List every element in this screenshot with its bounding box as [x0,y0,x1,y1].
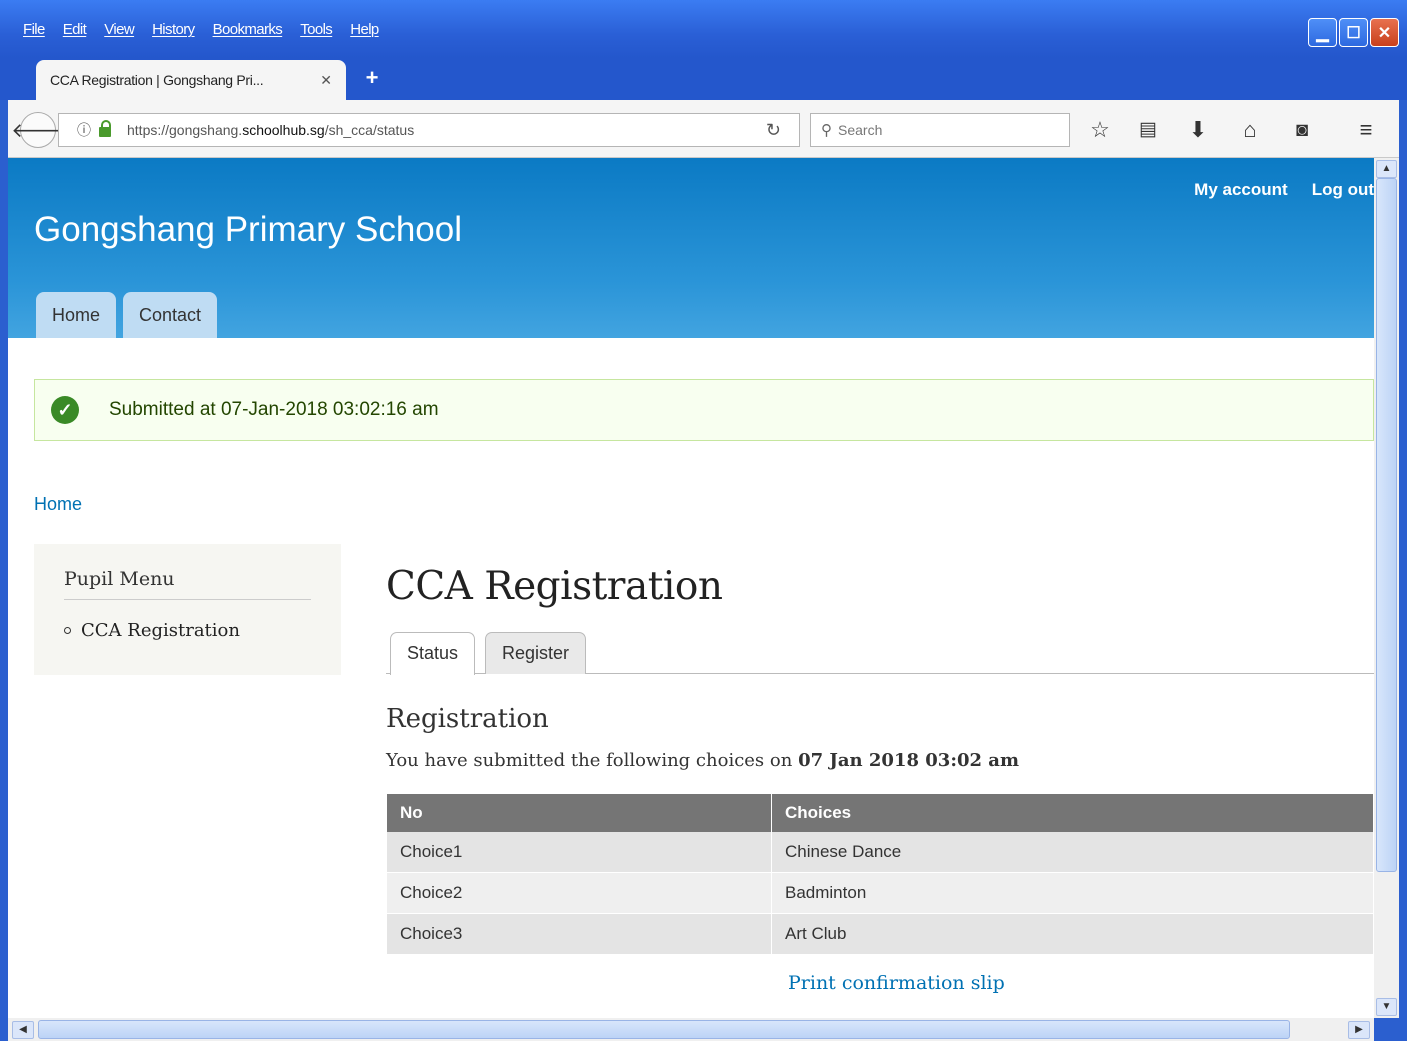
menu-history[interactable]: History [143,18,203,42]
column-header-no: No [387,794,772,832]
table-cell: Art Club [771,913,1374,955]
download-icon[interactable]: ⬇ [1184,116,1212,144]
status-message: ✓ Submitted at 07-Jan-2018 03:02:16 am [34,379,1374,441]
sidebar-item-label: CCA Registration [81,620,240,641]
registration-intro: You have submitted the following choices… [386,750,1019,771]
menu-edit[interactable]: Edit [54,18,95,42]
my-account-link[interactable]: My account [1194,180,1288,200]
bookmark-star-icon[interactable]: ☆ [1086,116,1114,144]
search-placeholder: Search [838,122,883,138]
horizontal-scroll-thumb[interactable] [38,1020,1290,1039]
menu-bookmarks[interactable]: Bookmarks [204,18,292,42]
table-cell: Chinese Dance [771,832,1374,873]
menu-help[interactable]: Help [341,18,387,42]
submission-date: 07 Jan 2018 03:02 am [798,750,1019,771]
page-viewport: Gongshang Primary School My account Log … [8,158,1374,1018]
close-icon: ✕ [1377,24,1392,42]
primary-tab-contact[interactable]: Contact [123,292,218,338]
tab-status[interactable]: Status [390,632,476,675]
sidebar-title: Pupil Menu [64,568,311,600]
scroll-right-icon[interactable]: ▶ [1348,1021,1370,1039]
menu-view[interactable]: View [95,18,143,42]
print-confirmation-link[interactable]: Print confirmation slip [788,972,1005,994]
lock-icon [99,120,111,137]
vertical-scroll-thumb[interactable] [1376,178,1397,872]
page-title: CCA Registration [386,564,723,609]
column-header-choices: Choices [771,794,1374,832]
window-controls: ▁ ☐ ✕ [1308,18,1399,47]
maximize-icon: ☐ [1346,24,1361,42]
table-row: Choice3 Art Club [387,913,1374,955]
scroll-down-icon[interactable]: ▼ [1376,998,1397,1016]
hamburger-menu-icon[interactable]: ≡ [1352,116,1380,144]
table-header-row: No Choices [387,794,1374,832]
table-cell: Choice3 [387,913,772,955]
table-row: Choice2 Badminton [387,872,1374,914]
secondary-menu: My account Log out [1194,180,1374,200]
table-cell: Choice2 [387,872,772,914]
tab-register[interactable]: Register [485,632,587,674]
breadcrumb-home-link[interactable]: Home [34,494,82,515]
info-icon[interactable]: ⓘ [77,120,91,140]
site-header: Gongshang Primary School My account Log … [8,158,1374,338]
check-icon: ✓ [51,396,79,424]
pupil-menu-sidebar: Pupil Menu CCA Registration [34,544,341,675]
menu-tools[interactable]: Tools [291,18,341,42]
browser-tab-title: CCA Registration | Gongshang Pri... [50,72,264,88]
sidebar-item-cca-registration[interactable]: CCA Registration [64,620,311,641]
tab-close-icon[interactable]: ✕ [320,72,332,89]
menu-bar: File Edit View History Bookmarks Tools H… [14,18,388,42]
browser-tab[interactable]: CCA Registration | Gongshang Pri... ✕ [36,60,346,100]
log-out-link[interactable]: Log out [1312,180,1374,200]
table-cell: Choice1 [387,832,772,873]
url-bar[interactable]: ⓘ https://gongshang.schoolhub.sg/sh_cca/… [58,113,800,147]
reading-list-icon[interactable]: ▤ [1134,116,1162,144]
scroll-left-icon[interactable]: ◀ [12,1021,34,1039]
window-frame-right [1399,100,1407,1041]
site-name[interactable]: Gongshang Primary School [34,210,462,250]
scroll-up-icon[interactable]: ▲ [1376,160,1397,178]
url-text: https://gongshang.schoolhub.sg/sh_cca/st… [127,122,415,138]
table-cell: Badminton [771,872,1374,914]
minimize-icon: ▁ [1316,24,1329,42]
close-window-button[interactable]: ✕ [1370,18,1399,47]
home-icon[interactable]: ⌂ [1236,116,1264,144]
primary-tab-home[interactable]: Home [36,292,117,338]
minimize-button[interactable]: ▁ [1308,18,1337,47]
reload-icon[interactable]: ↻ [766,120,781,141]
back-arrow-icon: 🡐 [11,119,65,142]
menu-file[interactable]: File [14,18,54,42]
bullet-icon [64,627,71,634]
search-input[interactable]: ⚲ Search [810,113,1070,147]
window-frame-left [0,100,8,1041]
pocket-icon[interactable]: ◙ [1288,116,1316,144]
table-row: Choice1 Chinese Dance [387,832,1374,873]
status-message-text: Submitted at 07-Jan-2018 03:02:16 am [109,399,439,420]
choices-table: No Choices Choice1 Chinese Dance Choice2… [387,794,1374,955]
maximize-button[interactable]: ☐ [1339,18,1368,47]
new-tab-button[interactable]: + [362,66,382,90]
registration-heading: Registration [386,704,549,734]
search-icon: ⚲ [821,122,832,139]
back-button[interactable]: 🡐 [11,112,65,148]
